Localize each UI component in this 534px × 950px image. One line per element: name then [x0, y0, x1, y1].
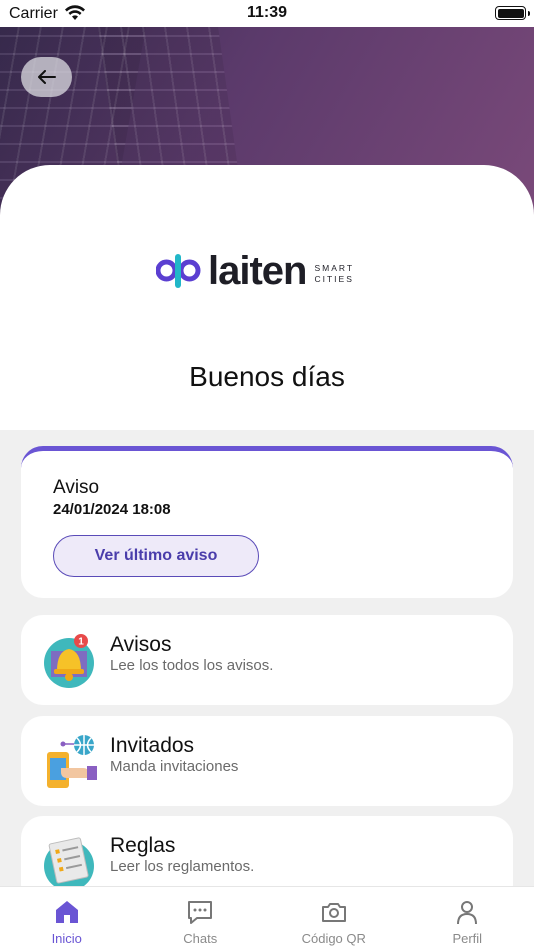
- brand-tagline: SMART CITIES: [314, 263, 354, 285]
- invitation-phone-icon: [47, 735, 97, 788]
- menu-item-title: Reglas: [110, 834, 176, 857]
- tab-perfil[interactable]: Perfil: [401, 887, 534, 950]
- tab-codigo-qr[interactable]: Código QR: [267, 887, 401, 950]
- menu-item-title: Avisos: [110, 633, 172, 656]
- brand-tagline-2: CITIES: [314, 274, 354, 284]
- menu-item-avisos[interactable]: 1 Avisos Lee los todos los avisos.: [21, 615, 513, 705]
- tab-label: Chats: [183, 931, 218, 946]
- home-icon: [55, 901, 78, 923]
- tab-label: Inicio: [51, 931, 82, 946]
- greeting-title: Buenos días: [189, 361, 345, 392]
- rules-document-icon: [44, 837, 94, 890]
- tab-label: Perfil: [452, 931, 483, 946]
- user-icon: [457, 901, 478, 925]
- notice-title: Aviso: [53, 477, 100, 498]
- bottom-tab-bar: Inicio Chats Código QR Perfil: [0, 886, 534, 950]
- header-card: laiten SMART CITIES Buenos días: [0, 165, 534, 430]
- menu-item-subtitle: Lee los todos los avisos.: [110, 657, 274, 674]
- arrow-left-icon: [37, 70, 56, 84]
- chat-icon: [188, 901, 213, 924]
- brand-mark-icon: [156, 254, 201, 288]
- bell-notification-icon: 1: [44, 634, 94, 688]
- notice-date: 24/01/2024 18:08: [53, 501, 171, 518]
- tab-inicio[interactable]: Inicio: [0, 887, 134, 950]
- view-latest-notice-button[interactable]: Ver último aviso: [53, 535, 259, 577]
- menu-item-invitados[interactable]: Invitados Manda invitaciones: [21, 716, 513, 806]
- brand-name: laiten: [208, 249, 307, 293]
- brand-logo: laiten SMART CITIES: [156, 251, 396, 291]
- status-bar: Carrier 11:39: [0, 0, 534, 27]
- camera-icon: [321, 903, 346, 922]
- menu-item-title: Invitados: [110, 734, 195, 757]
- back-button[interactable]: [21, 57, 72, 97]
- notification-badge: 1: [78, 637, 84, 648]
- clock: 11:39: [246, 4, 288, 21]
- brand-tagline-1: SMART: [314, 263, 355, 273]
- tab-chats[interactable]: Chats: [134, 887, 268, 950]
- battery-icon: [495, 6, 530, 20]
- tab-label: Código QR: [301, 931, 366, 946]
- latest-notice-card: Aviso 24/01/2024 18:08 Ver último aviso: [21, 446, 513, 598]
- menu-item-subtitle: Manda invitaciones: [110, 758, 239, 775]
- menu-item-subtitle: Leer los reglamentos.: [110, 858, 255, 875]
